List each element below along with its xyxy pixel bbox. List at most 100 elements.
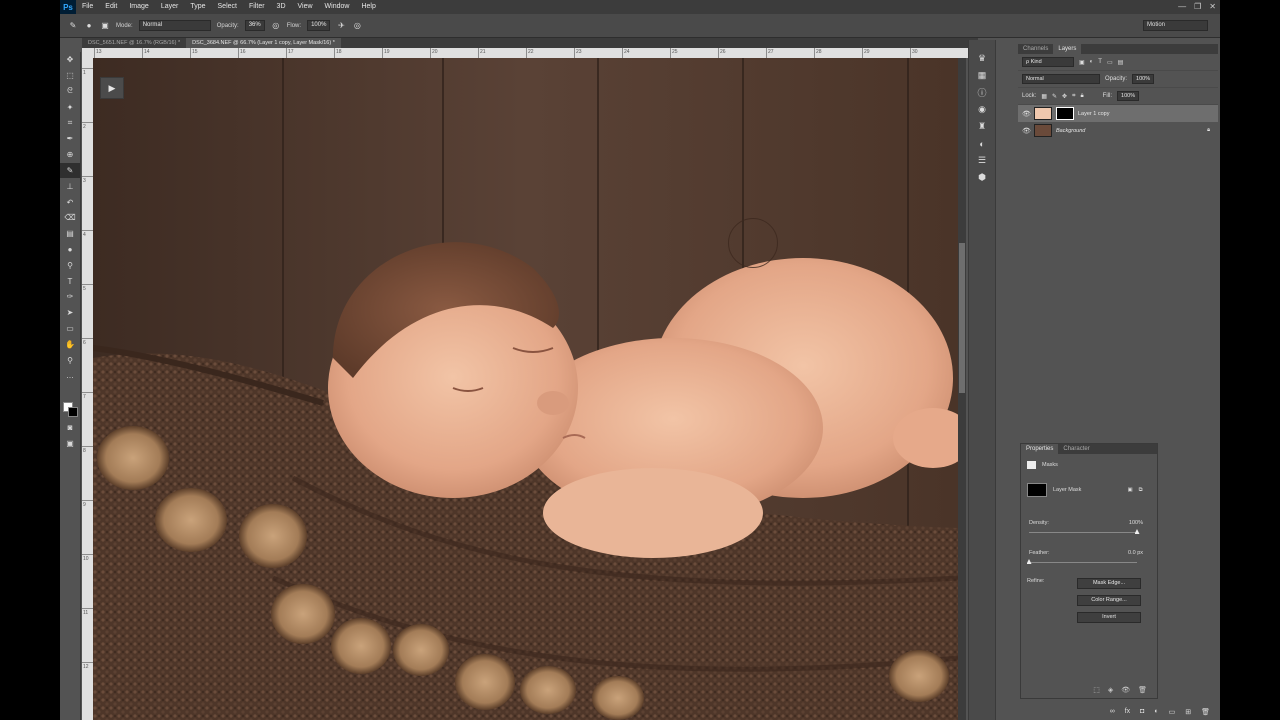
layer-row[interactable]: 👁︎ Background 🔒︎ (1018, 122, 1218, 139)
kind-filter-dropdown[interactable]: ρ Kind (1022, 57, 1074, 67)
brush-preset-icon[interactable]: ● (84, 21, 94, 31)
load-selection-icon[interactable]: ⬚ (1093, 686, 1100, 694)
add-mask-icon[interactable]: ◘ (1140, 708, 1144, 720)
visibility-eye-icon[interactable]: 👁︎ (1022, 110, 1031, 118)
invert-button[interactable]: Invert (1077, 612, 1141, 623)
screen-mode-icon[interactable]: ▣ (60, 436, 80, 452)
tab-properties[interactable]: Properties (1021, 444, 1059, 454)
layer-row[interactable]: 👁︎ Layer 1 copy (1018, 105, 1218, 122)
flow-field[interactable]: 100% (307, 20, 331, 31)
filter-pixel-icon[interactable]: ▣ (1079, 59, 1085, 66)
filter-shape-icon[interactable]: ▭ (1107, 59, 1113, 66)
crop-tool-icon[interactable]: ⌗ (60, 115, 80, 131)
select-pixel-mask-icon[interactable]: ▣ (1127, 487, 1132, 493)
delete-mask-icon[interactable]: 🗑︎ (1138, 686, 1147, 694)
link-layers-icon[interactable]: ∞ (1110, 708, 1115, 720)
lock-position-icon[interactable]: ✥ (1062, 93, 1067, 100)
airbrush-icon[interactable]: ✈ (336, 21, 346, 31)
brush-panel-icon[interactable]: ▣ (100, 21, 110, 31)
layer-mask-thumbnail[interactable] (1056, 107, 1074, 120)
lock-all-icon[interactable]: 🔒︎ (1080, 93, 1083, 100)
tab-dsc-5651[interactable]: DSC_5651.NEF @ 16.7% (RGB/16) * (82, 38, 186, 48)
eraser-tool-icon[interactable]: ⌫ (60, 210, 80, 226)
brush-presets-icon[interactable]: ♛ (969, 50, 995, 67)
history-brush-tool-icon[interactable]: ↶ (60, 194, 80, 210)
close-icon[interactable]: ✕ (1209, 0, 1216, 14)
adjustments-icon[interactable]: ◉ (969, 101, 995, 118)
styles-icon[interactable]: ◐ (969, 135, 995, 152)
density-slider[interactable] (1029, 532, 1137, 533)
quick-select-tool-icon[interactable]: ✦ (60, 99, 80, 115)
menu-filter[interactable]: Filter (243, 0, 271, 14)
blur-tool-icon[interactable]: ● (60, 242, 80, 258)
mode-dropdown[interactable]: Normal (138, 20, 211, 31)
clone-stamp-tool-icon[interactable]: ⊥ (60, 178, 80, 194)
pressure-size-icon[interactable]: ◎ (352, 21, 362, 31)
marquee-tool-icon[interactable]: ⬚ (60, 68, 80, 84)
apply-mask-icon[interactable]: ◈ (1108, 686, 1113, 694)
play-icon[interactable]: ▶ (100, 77, 124, 99)
menu-file[interactable]: File (76, 0, 99, 14)
filter-type-icon[interactable]: T (1098, 59, 1102, 65)
lock-artboard-icon[interactable]: ⌗ (1072, 93, 1075, 100)
menu-view[interactable]: View (292, 0, 319, 14)
eyedropper-tool-icon[interactable]: ✒ (60, 131, 80, 147)
add-vector-mask-icon[interactable]: ⧉ (1139, 487, 1143, 494)
brush-tool-icon[interactable]: ✎ (60, 162, 80, 179)
dodge-tool-icon[interactable]: ⚲ (60, 257, 80, 273)
menu-layer[interactable]: Layer (155, 0, 185, 14)
menu-type[interactable]: Type (184, 0, 211, 14)
background-color-swatch[interactable] (68, 407, 78, 417)
minimize-icon[interactable]: — (1178, 0, 1186, 14)
move-tool-icon[interactable]: ✥ (60, 52, 80, 68)
info-icon[interactable]: ⓘ (969, 84, 995, 101)
fill-field[interactable]: 100% (1117, 91, 1140, 101)
disable-mask-icon[interactable]: 👁︎ (1121, 686, 1130, 694)
feather-slider[interactable] (1029, 562, 1137, 563)
menu-select[interactable]: Select (212, 0, 243, 14)
menu-help[interactable]: Help (355, 0, 381, 14)
density-value[interactable]: 100% (1129, 520, 1143, 526)
history-icon[interactable]: ☰ (969, 152, 995, 169)
gradient-tool-icon[interactable]: ▤ (60, 226, 80, 242)
clone-source-icon[interactable]: ♜ (969, 118, 995, 135)
lock-transparent-icon[interactable]: ▦ (1041, 93, 1047, 100)
tab-character[interactable]: Character (1058, 444, 1094, 454)
3d-icon[interactable]: ⬢ (969, 169, 995, 186)
pen-tool-icon[interactable]: ✑ (60, 289, 80, 305)
more-tools-icon[interactable]: … (60, 368, 80, 384)
menu-3d[interactable]: 3D (271, 0, 292, 14)
feather-value[interactable]: 0.0 px (1128, 550, 1143, 556)
zoom-tool-icon[interactable]: ⚲ (60, 352, 80, 368)
tab-channels[interactable]: Channels (1018, 44, 1053, 54)
menu-edit[interactable]: Edit (99, 0, 123, 14)
blend-mode-dropdown[interactable]: Normal (1022, 74, 1100, 84)
brush-tool-icon[interactable]: ✎ (68, 21, 78, 31)
mask-edge-button[interactable]: Mask Edge... (1077, 578, 1141, 589)
tab-layers[interactable]: Layers (1053, 44, 1082, 54)
path-select-tool-icon[interactable]: ➤ (60, 305, 80, 321)
healing-tool-icon[interactable]: ⊕ (60, 147, 80, 163)
layer-opacity-field[interactable]: 100% (1132, 74, 1155, 84)
layer-style-icon[interactable]: fx (1125, 708, 1130, 720)
opacity-field[interactable]: 36% (244, 20, 265, 31)
type-tool-icon[interactable]: T (60, 273, 80, 289)
swatches-icon[interactable]: ▦ (969, 67, 995, 84)
pressure-opacity-icon[interactable]: ◎ (271, 21, 281, 31)
lasso-tool-icon[interactable]: ᘓ (60, 84, 80, 100)
vertical-scrollbar[interactable] (958, 58, 966, 720)
delete-layer-icon[interactable]: 🗑︎ (1201, 708, 1210, 720)
filter-adjustment-icon[interactable]: ◐ (1090, 59, 1094, 65)
visibility-eye-icon[interactable]: 👁︎ (1022, 127, 1031, 135)
quick-mask-icon[interactable]: ◙ (60, 420, 80, 436)
new-layer-icon[interactable]: ⊞ (1185, 708, 1191, 720)
scrollbar-thumb[interactable] (959, 243, 965, 393)
new-adjustment-icon[interactable]: ◐ (1154, 708, 1158, 720)
menu-image[interactable]: Image (123, 0, 154, 14)
new-group-icon[interactable]: ▭ (1169, 708, 1176, 720)
filter-smart-object-icon[interactable]: ▤ (1118, 59, 1124, 66)
layer-name[interactable]: Layer 1 copy (1078, 111, 1110, 117)
document-canvas[interactable] (93, 58, 958, 720)
workspace-dropdown[interactable]: Motion (1143, 20, 1208, 31)
lock-brush-icon[interactable]: ✎ (1052, 93, 1057, 100)
